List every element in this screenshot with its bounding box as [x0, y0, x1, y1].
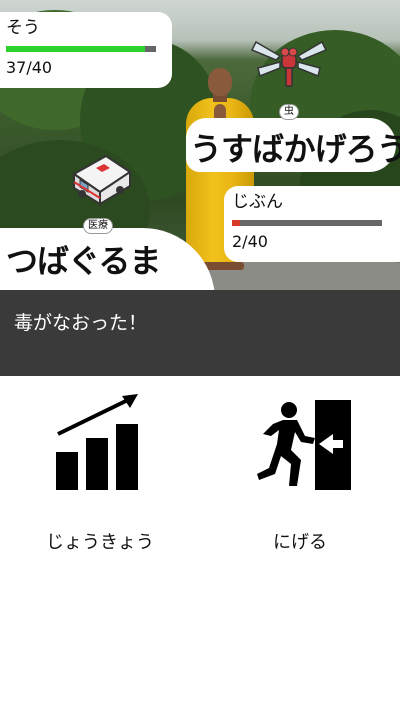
player-hp-fill: [232, 220, 240, 226]
enemy-hp-bar: [6, 46, 156, 52]
dragonfly-icon: [250, 40, 328, 87]
player-type-badge: 医療: [83, 218, 113, 234]
player-status-panel: じぶん 2/40: [224, 186, 400, 262]
player-hp-text: 2/40: [232, 232, 268, 251]
status-command-label: じょうきょう: [46, 532, 154, 553]
battle-message-text: 毒がなおった！: [14, 312, 148, 334]
enemy-status-panel: そう 37/40: [0, 12, 172, 88]
player-big-name: つばぐるま: [6, 242, 161, 280]
enemy-name-label: そう: [6, 18, 40, 38]
ambulance-icon: [72, 154, 132, 206]
enemy-type-badge: 虫: [279, 104, 299, 120]
status-command-button[interactable]: じょうきょう: [0, 380, 200, 570]
chart-up-icon: [56, 394, 138, 490]
player-hp-bar: [232, 220, 382, 226]
enemy-big-name: うすばかげろう: [190, 130, 400, 168]
escape-command-button[interactable]: にげる: [200, 380, 400, 570]
enemy-hp-fill: [6, 46, 145, 52]
battle-scene: そう 37/40 虫 うすばかげろう じぶん 2/40 医療 つばぐるま: [0, 0, 400, 290]
escape-command-label: にげる: [273, 532, 327, 553]
enemy-hp-text: 37/40: [6, 58, 53, 77]
player-name-label: じぶん: [232, 192, 283, 212]
exit-run-icon: [257, 400, 351, 490]
battle-message-box[interactable]: 毒がなおった！: [0, 290, 400, 376]
